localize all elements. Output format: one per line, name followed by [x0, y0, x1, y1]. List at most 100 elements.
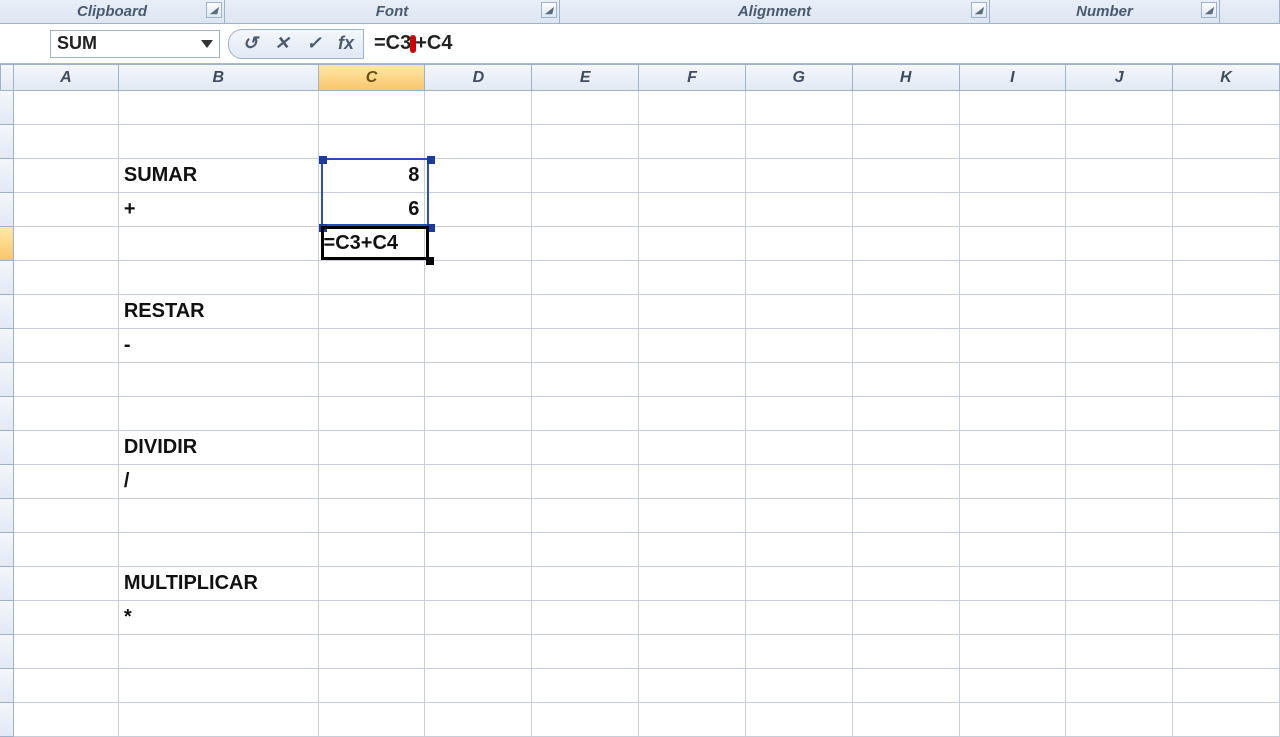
cell-G10[interactable] [746, 397, 853, 431]
cell-I17[interactable] [960, 635, 1067, 669]
cell-D10[interactable] [425, 397, 532, 431]
cell-C4[interactable]: 6 [319, 193, 426, 227]
cell-F18[interactable] [639, 669, 746, 703]
cell-A8[interactable] [14, 329, 119, 363]
cell-J13[interactable] [1066, 499, 1173, 533]
cell-E11[interactable] [532, 431, 639, 465]
cell-A5[interactable] [14, 227, 119, 261]
cell-C11[interactable] [319, 431, 426, 465]
fx-button[interactable]: fx [335, 33, 357, 55]
cell-G8[interactable] [746, 329, 853, 363]
row-header-15[interactable] [0, 567, 14, 601]
cell-G9[interactable] [746, 363, 853, 397]
cell-I19[interactable] [960, 703, 1067, 737]
cell-I6[interactable] [960, 261, 1067, 295]
cell-K11[interactable] [1173, 431, 1280, 465]
cell-I16[interactable] [960, 601, 1067, 635]
row-header-5[interactable] [0, 227, 14, 261]
cell-J16[interactable] [1066, 601, 1173, 635]
enter-button[interactable]: ✓ [303, 33, 325, 55]
row-header-10[interactable] [0, 397, 14, 431]
cell-G11[interactable] [746, 431, 853, 465]
select-all-corner[interactable] [0, 64, 14, 91]
cell-J3[interactable] [1066, 159, 1173, 193]
cell-J10[interactable] [1066, 397, 1173, 431]
column-header-D[interactable]: D [425, 64, 532, 91]
cell-A19[interactable] [14, 703, 119, 737]
cell-F11[interactable] [639, 431, 746, 465]
cell-I4[interactable] [960, 193, 1067, 227]
cell-B13[interactable] [119, 499, 319, 533]
row-header-14[interactable] [0, 533, 14, 567]
cell-C6[interactable] [319, 261, 426, 295]
cell-D15[interactable] [425, 567, 532, 601]
cell-J9[interactable] [1066, 363, 1173, 397]
column-header-J[interactable]: J [1066, 64, 1173, 91]
cell-D18[interactable] [425, 669, 532, 703]
cell-D4[interactable] [425, 193, 532, 227]
cell-J12[interactable] [1066, 465, 1173, 499]
cell-I11[interactable] [960, 431, 1067, 465]
cell-K6[interactable] [1173, 261, 1280, 295]
cell-E3[interactable] [532, 159, 639, 193]
row-header-16[interactable] [0, 601, 14, 635]
dialog-launcher-icon[interactable]: ◢ [206, 2, 222, 18]
cell-K10[interactable] [1173, 397, 1280, 431]
cell-H8[interactable] [853, 329, 960, 363]
cell-D14[interactable] [425, 533, 532, 567]
cell-J11[interactable] [1066, 431, 1173, 465]
cell-K5[interactable] [1173, 227, 1280, 261]
cell-K9[interactable] [1173, 363, 1280, 397]
cell-A16[interactable] [14, 601, 119, 635]
row-header-2[interactable] [0, 125, 14, 159]
cell-J18[interactable] [1066, 669, 1173, 703]
cell-B10[interactable] [119, 397, 319, 431]
row-header-12[interactable] [0, 465, 14, 499]
cell-A1[interactable] [14, 91, 119, 125]
cell-H6[interactable] [853, 261, 960, 295]
cell-J17[interactable] [1066, 635, 1173, 669]
cell-E10[interactable] [532, 397, 639, 431]
cell-J14[interactable] [1066, 533, 1173, 567]
cell-J6[interactable] [1066, 261, 1173, 295]
cell-K13[interactable] [1173, 499, 1280, 533]
cell-J8[interactable] [1066, 329, 1173, 363]
row-header-17[interactable] [0, 635, 14, 669]
cell-D16[interactable] [425, 601, 532, 635]
cell-C14[interactable] [319, 533, 426, 567]
cell-D11[interactable] [425, 431, 532, 465]
cell-D17[interactable] [425, 635, 532, 669]
row-header-13[interactable] [0, 499, 14, 533]
cell-I7[interactable] [960, 295, 1067, 329]
cell-E16[interactable] [532, 601, 639, 635]
cell-E19[interactable] [532, 703, 639, 737]
cell-A12[interactable] [14, 465, 119, 499]
dialog-launcher-icon[interactable]: ◢ [971, 2, 987, 18]
cell-A4[interactable] [14, 193, 119, 227]
cell-F15[interactable] [639, 567, 746, 601]
cell-B19[interactable] [119, 703, 319, 737]
cell-H5[interactable] [853, 227, 960, 261]
cell-G16[interactable] [746, 601, 853, 635]
name-box-dropdown-icon[interactable] [201, 40, 213, 48]
cell-C16[interactable] [319, 601, 426, 635]
cell-B2[interactable] [119, 125, 319, 159]
cell-H7[interactable] [853, 295, 960, 329]
cell-I9[interactable] [960, 363, 1067, 397]
cell-K15[interactable] [1173, 567, 1280, 601]
cell-H10[interactable] [853, 397, 960, 431]
cell-H15[interactable] [853, 567, 960, 601]
cell-A7[interactable] [14, 295, 119, 329]
column-header-B[interactable]: B [119, 64, 319, 91]
cell-F19[interactable] [639, 703, 746, 737]
column-header-G[interactable]: G [746, 64, 853, 91]
row-headers[interactable] [0, 91, 14, 737]
cell-F17[interactable] [639, 635, 746, 669]
column-header-F[interactable]: F [639, 64, 746, 91]
name-box[interactable]: SUM [50, 30, 220, 58]
row-header-8[interactable] [0, 329, 14, 363]
cell-A17[interactable] [14, 635, 119, 669]
cell-H9[interactable] [853, 363, 960, 397]
cell-C10[interactable] [319, 397, 426, 431]
cell-H11[interactable] [853, 431, 960, 465]
